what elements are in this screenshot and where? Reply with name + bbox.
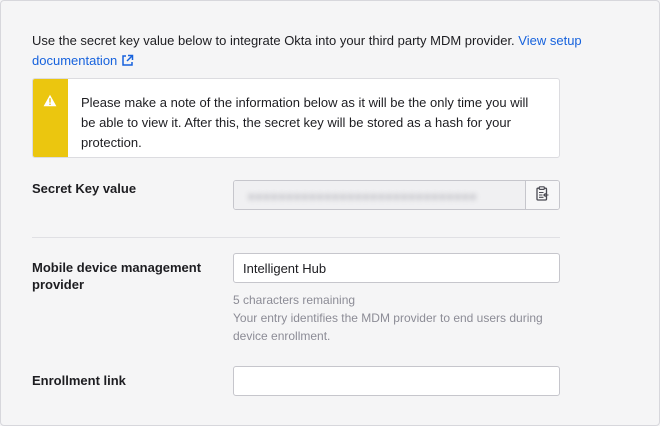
warning-icon [43,94,57,110]
section-divider [32,237,560,238]
intro-description: Use the secret key value below to integr… [32,33,515,48]
secret-key-field: ●●●●●●●●●●●●●●●●●●●●●●●●●●●●●● [233,180,560,210]
enrollment-link-input[interactable] [233,366,560,396]
copy-secret-key-button[interactable] [526,181,559,209]
secret-key-obscured: ●●●●●●●●●●●●●●●●●●●●●●●●●●●●●● [248,191,478,203]
mdm-provider-help-text: Your entry identifies the MDM provider t… [233,311,543,343]
callout-accent-stripe [33,79,68,157]
secret-key-value[interactable]: ●●●●●●●●●●●●●●●●●●●●●●●●●●●●●● [234,181,526,209]
clipboard-icon [536,186,549,204]
characters-remaining: 5 characters remaining [233,293,356,307]
external-link-icon [121,53,134,73]
mdm-provider-label: Mobile device management provider [32,260,202,292]
intro-text: Use the secret key value below to integr… [32,31,592,73]
mdm-provider-input[interactable] [233,253,560,283]
callout-message: Please make a note of the information be… [81,95,529,150]
secret-key-label: Secret Key value [32,181,137,196]
enrollment-link-label: Enrollment link [32,373,126,388]
warning-callout: Please make a note of the information be… [32,78,560,158]
mdm-integration-panel: Use the secret key value below to integr… [0,0,660,426]
